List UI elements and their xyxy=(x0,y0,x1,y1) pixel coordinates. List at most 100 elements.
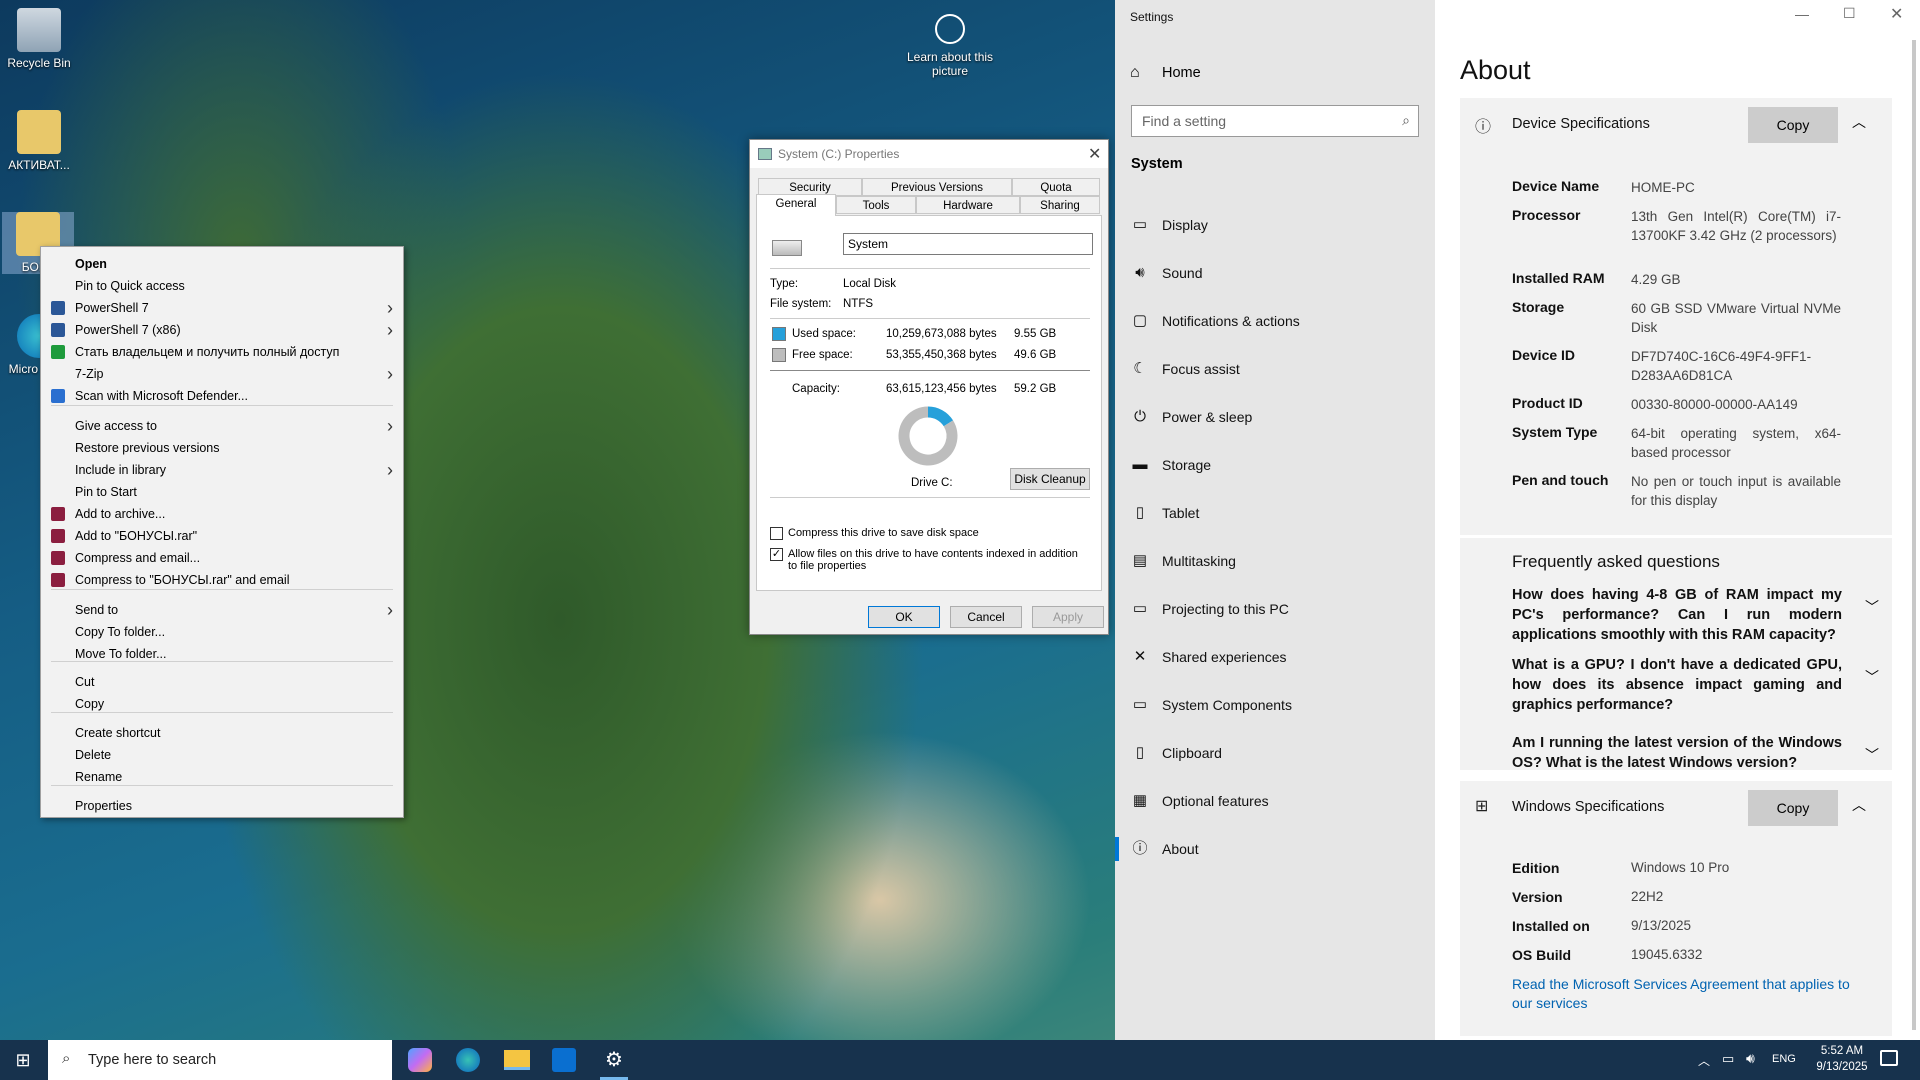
context-menu-label: Give access to xyxy=(75,419,157,433)
nav-home-label: Home xyxy=(1162,65,1201,81)
learn-about-picture[interactable]: Learn about this picture xyxy=(905,14,995,78)
sidebar-item[interactable]: ▬ Storage xyxy=(1115,441,1435,489)
context-menu-item[interactable]: Include in library › xyxy=(41,459,403,481)
spec-label: Device ID xyxy=(1512,347,1576,363)
faq-item[interactable]: What is a GPU? I don't have a dedicated … xyxy=(1512,655,1842,715)
nav-home[interactable]: ⌂ Home xyxy=(1115,50,1435,96)
type-value: Local Disk xyxy=(843,278,897,290)
clipboard-icon: ▯ xyxy=(1135,744,1145,761)
context-menu-label: Delete xyxy=(75,748,112,762)
tab-quota[interactable]: Quota xyxy=(1012,178,1100,196)
settings-taskbar-icon[interactable]: ⚙ xyxy=(600,1040,628,1080)
tab-sharing[interactable]: Sharing xyxy=(1020,196,1100,214)
network-icon[interactable]: ▭ xyxy=(1722,1051,1734,1067)
sidebar-item-label: Notifications & actions xyxy=(1162,313,1300,329)
volume-icon[interactable]: 🔊︎ xyxy=(1746,1050,1755,1067)
sidebar-item[interactable]: ▯ Clipboard xyxy=(1115,729,1435,777)
compress-label: Compress this drive to save disk space xyxy=(788,527,979,539)
clock-date[interactable]: 9/13/2025 xyxy=(1806,1061,1878,1073)
device-spec-header[interactable]: ⓘ Device Specifications Copy ︿ xyxy=(1460,98,1892,152)
context-menu-item[interactable]: Compress to "БОНУСЫ.rar" and email xyxy=(41,569,403,591)
context-menu-item[interactable]: 7-Zip › xyxy=(41,363,403,385)
tab-general[interactable]: General xyxy=(756,194,836,216)
context-menu-item[interactable]: Scan with Microsoft Defender... xyxy=(41,385,403,407)
chevron-down-icon[interactable]: ﹀ xyxy=(1865,597,1879,617)
sidebar-item[interactable]: ☾ Focus assist xyxy=(1115,345,1435,393)
edge-icon[interactable] xyxy=(456,1048,480,1072)
search-icon: ⌕ xyxy=(1402,112,1410,128)
folder-activate-icon[interactable]: АКТИВАТ... xyxy=(2,110,76,172)
settings-search-input[interactable]: Find a setting ⌕ xyxy=(1131,105,1419,137)
file-explorer-icon[interactable] xyxy=(504,1050,530,1070)
section-title: System xyxy=(1131,156,1183,172)
notifications-icon[interactable] xyxy=(1880,1050,1898,1066)
context-menu-item[interactable]: Copy To folder... xyxy=(41,621,403,643)
tab-previous-versions[interactable]: Previous Versions xyxy=(862,178,1012,196)
context-menu-label: Cut xyxy=(75,675,95,689)
context-menu-item[interactable]: Pin to Quick access xyxy=(41,275,403,297)
spec-label: Device Name xyxy=(1512,178,1600,194)
compress-checkbox[interactable] xyxy=(770,527,783,540)
context-menu-item[interactable]: Pin to Start xyxy=(41,481,403,503)
close-icon[interactable]: ✕ xyxy=(1088,144,1101,164)
tab-tools[interactable]: Tools xyxy=(836,196,916,214)
sidebar-item[interactable]: ▤ Multitasking xyxy=(1115,537,1435,585)
scrollbar[interactable] xyxy=(1912,40,1916,1030)
context-menu-label: Include in library xyxy=(75,463,167,477)
sidebar-item[interactable]: ▭ Projecting to this PC xyxy=(1115,585,1435,633)
context-menu-item[interactable]: Add to "БОНУСЫ.rar" xyxy=(41,525,403,547)
chevron-down-icon[interactable]: ﹀ xyxy=(1865,667,1879,687)
context-menu-item[interactable]: Send to › xyxy=(41,599,403,621)
clock-time[interactable]: 5:52 AM xyxy=(1806,1045,1878,1057)
tray-chevron-icon[interactable]: ︿ xyxy=(1698,1052,1710,1069)
context-menu-item[interactable]: Compress and email... xyxy=(41,547,403,569)
drive-name-input[interactable] xyxy=(843,233,1093,255)
context-menu-item[interactable]: Open xyxy=(41,253,403,275)
context-menu-item[interactable]: Properties xyxy=(41,795,403,817)
disk-cleanup-button[interactable]: Disk Cleanup xyxy=(1010,468,1090,490)
chevron-down-icon[interactable]: ﹀ xyxy=(1865,745,1879,765)
context-menu-item[interactable]: Create shortcut xyxy=(41,722,403,744)
minimize-icon[interactable]: — xyxy=(1795,6,1809,22)
sidebar-item[interactable]: ⓘ About xyxy=(1115,825,1435,873)
used-bytes: 10,259,673,088 bytes xyxy=(886,328,997,340)
sidebar-item[interactable]: 🔊︎ Sound xyxy=(1115,249,1435,297)
context-menu-item[interactable]: Delete xyxy=(41,744,403,766)
context-menu-item[interactable]: PowerShell 7 (x86) › xyxy=(41,319,403,341)
sidebar-item[interactable]: ▭ System Components xyxy=(1115,681,1435,729)
context-menu-item[interactable]: Cut xyxy=(41,671,403,693)
sidebar-item[interactable]: ✕ Shared experiences xyxy=(1115,633,1435,681)
index-checkbox[interactable]: ✓ xyxy=(770,548,783,561)
context-menu-item[interactable]: Add to archive... xyxy=(41,503,403,525)
sidebar-item[interactable]: ⏻ Power & sleep xyxy=(1115,393,1435,441)
sidebar-item[interactable]: ▯ Tablet xyxy=(1115,489,1435,537)
context-menu-item[interactable]: Restore previous versions xyxy=(41,437,403,459)
focus-assist-icon: ☾ xyxy=(1133,360,1147,377)
spec-value: 64-bit operating system, x64-based proce… xyxy=(1631,426,1841,460)
close-icon[interactable]: ✕ xyxy=(1890,4,1903,24)
taskbar-search[interactable]: ⌕ Type here to search xyxy=(48,1040,392,1080)
copilot-icon[interactable] xyxy=(408,1048,432,1072)
apply-button[interactable]: Apply xyxy=(1032,606,1104,628)
copy-device-button[interactable]: Copy xyxy=(1748,107,1838,143)
tab-hardware[interactable]: Hardware xyxy=(916,196,1020,214)
sidebar-item[interactable]: ▭ Display xyxy=(1115,201,1435,249)
ok-button[interactable]: OK xyxy=(868,606,940,628)
store-icon[interactable] xyxy=(552,1048,576,1072)
context-menu-label: PowerShell 7 xyxy=(75,301,149,315)
windows-spec-header[interactable]: ⊞ Windows Specifications Copy ︿ xyxy=(1460,781,1892,835)
context-menu-item[interactable]: Стать владельцем и получить полный досту… xyxy=(41,341,403,363)
faq-item[interactable]: How does having 4-8 GB of RAM impact my … xyxy=(1512,585,1842,645)
sidebar-item[interactable]: ▢ Notifications & actions xyxy=(1115,297,1435,345)
sidebar-item[interactable]: ▦ Optional features xyxy=(1115,777,1435,825)
msa-link[interactable]: Read the Microsoft Services Agreement th… xyxy=(1512,975,1852,1013)
context-menu-item[interactable]: Give access to › xyxy=(41,415,403,437)
windows-start-icon[interactable]: ⊞ xyxy=(0,1040,46,1080)
cancel-button[interactable]: Cancel xyxy=(950,606,1022,628)
context-menu-item[interactable]: PowerShell 7 › xyxy=(41,297,403,319)
faq-item[interactable]: Am I running the latest version of the W… xyxy=(1512,733,1842,773)
language-indicator[interactable]: ENG xyxy=(1772,1053,1796,1065)
maximize-icon[interactable]: ☐ xyxy=(1843,5,1856,22)
copy-windows-button[interactable]: Copy xyxy=(1748,790,1838,826)
recycle-bin-icon[interactable]: Recycle Bin xyxy=(2,8,76,70)
